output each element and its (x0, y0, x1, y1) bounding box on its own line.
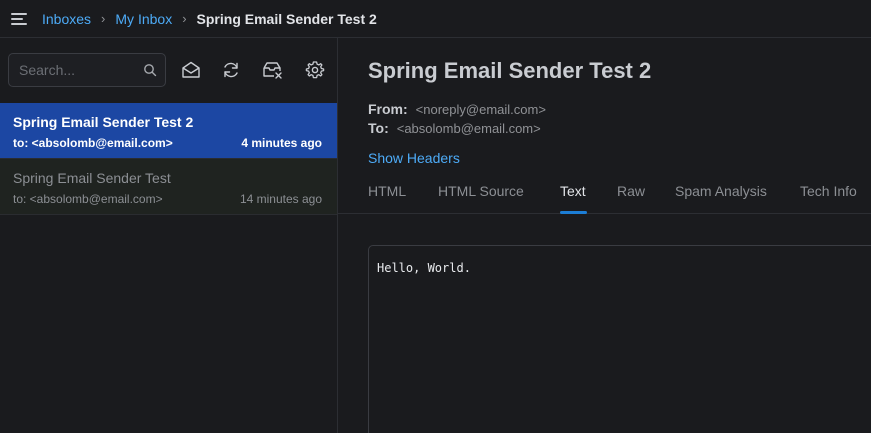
message-subject: Spring Email Sender Test 2 (13, 114, 194, 130)
message-time: 14 minutes ago (239, 192, 322, 206)
search-input[interactable] (19, 54, 139, 86)
breadcrumb-separator: › (182, 11, 187, 26)
mark-read-icon[interactable] (180, 59, 202, 81)
show-headers-link[interactable]: Show Headers (368, 150, 460, 166)
message-title: Spring Email Sender Test 2 (368, 58, 652, 83)
refresh-icon[interactable] (220, 59, 242, 81)
message-recipient: to: <absolomb@email.com> (13, 136, 173, 150)
active-tab-indicator (560, 211, 587, 214)
settings-icon[interactable] (304, 59, 326, 81)
view-tabs: HTML HTML Source Text Raw Spam Analysis … (338, 176, 871, 214)
message-body: Hello, World. (368, 245, 871, 433)
message-list-item[interactable]: Spring Email Sender Test to: <absolomb@e… (0, 159, 337, 215)
to-row: To: <absolomb@email.com> (368, 120, 541, 136)
menu-icon[interactable] (11, 11, 29, 27)
breadcrumb-inboxes[interactable]: Inboxes (42, 11, 91, 27)
breadcrumb-current: Spring Email Sender Test 2 (196, 10, 377, 27)
from-value: <noreply@email.com> (415, 102, 546, 117)
breadcrumb-separator: › (101, 11, 106, 26)
tab-html-source[interactable]: HTML Source (438, 183, 524, 199)
search-icon (144, 64, 157, 77)
message-list: Spring Email Sender Test 2 to: <absolomb… (0, 103, 337, 215)
delete-all-icon[interactable] (261, 59, 283, 81)
message-time: 4 minutes ago (241, 136, 322, 150)
from-row: From: <noreply@email.com> (368, 101, 546, 117)
message-view: Spring Email Sender Test 2 From: <noreply… (338, 38, 871, 433)
from-label: From: (368, 101, 408, 117)
search-box (8, 53, 166, 87)
tab-html[interactable]: HTML (368, 183, 406, 199)
sidebar: Spring Email Sender Test 2 to: <absolomb… (0, 38, 338, 433)
to-label: To: (368, 120, 389, 136)
tab-tech-info[interactable]: Tech Info (800, 183, 857, 199)
top-bar: Inboxes › My Inbox › Spring Email Sender… (0, 0, 871, 38)
message-recipient: to: <absolomb@email.com> (13, 192, 163, 206)
message-body-text: Hello, World. (377, 261, 471, 275)
tab-raw[interactable]: Raw (617, 183, 645, 199)
breadcrumb: Inboxes › My Inbox › Spring Email Sender… (42, 0, 377, 37)
message-subject: Spring Email Sender Test (13, 170, 171, 186)
to-value: <absolomb@email.com> (396, 121, 541, 136)
message-list-item[interactable]: Spring Email Sender Test 2 to: <absolomb… (0, 103, 337, 159)
breadcrumb-my-inbox[interactable]: My Inbox (115, 11, 172, 27)
tab-spam-analysis[interactable]: Spam Analysis (675, 183, 767, 199)
tab-text[interactable]: Text (560, 183, 586, 199)
